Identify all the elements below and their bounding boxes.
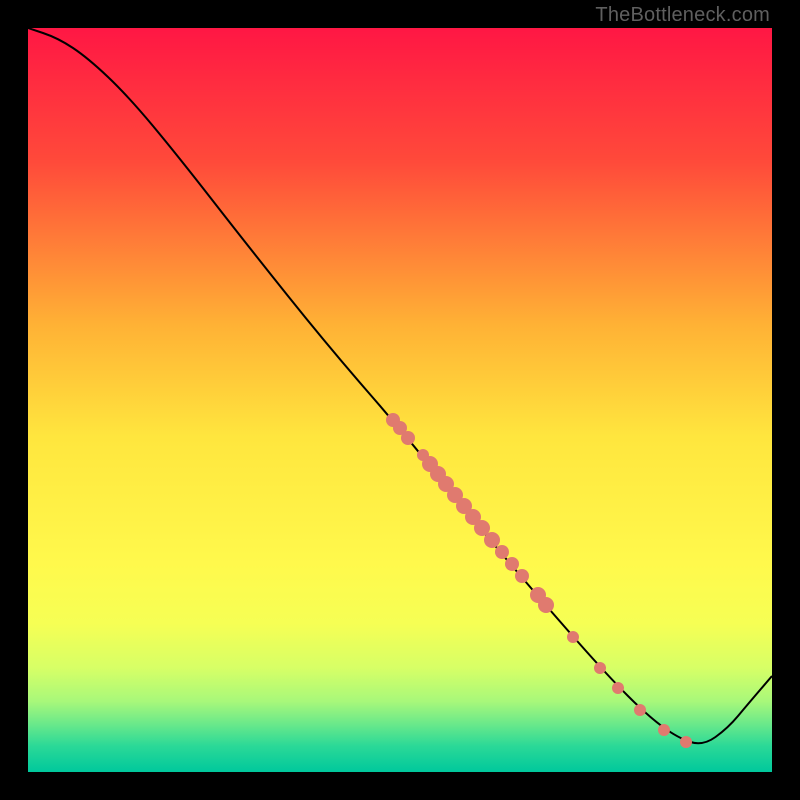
data-marker (538, 597, 554, 613)
data-marker (612, 682, 624, 694)
data-marker (505, 557, 519, 571)
chart-frame: TheBottleneck.com (0, 0, 800, 800)
data-marker (567, 631, 579, 643)
data-marker (495, 545, 509, 559)
attribution-label: TheBottleneck.com (595, 4, 770, 27)
data-marker (658, 724, 670, 736)
data-marker (634, 704, 646, 716)
data-marker (484, 532, 500, 548)
data-marker (680, 736, 692, 748)
data-marker (401, 431, 415, 445)
data-marker (594, 662, 606, 674)
bottleneck-curve (28, 28, 772, 772)
data-marker (515, 569, 529, 583)
plot-area (28, 28, 772, 772)
